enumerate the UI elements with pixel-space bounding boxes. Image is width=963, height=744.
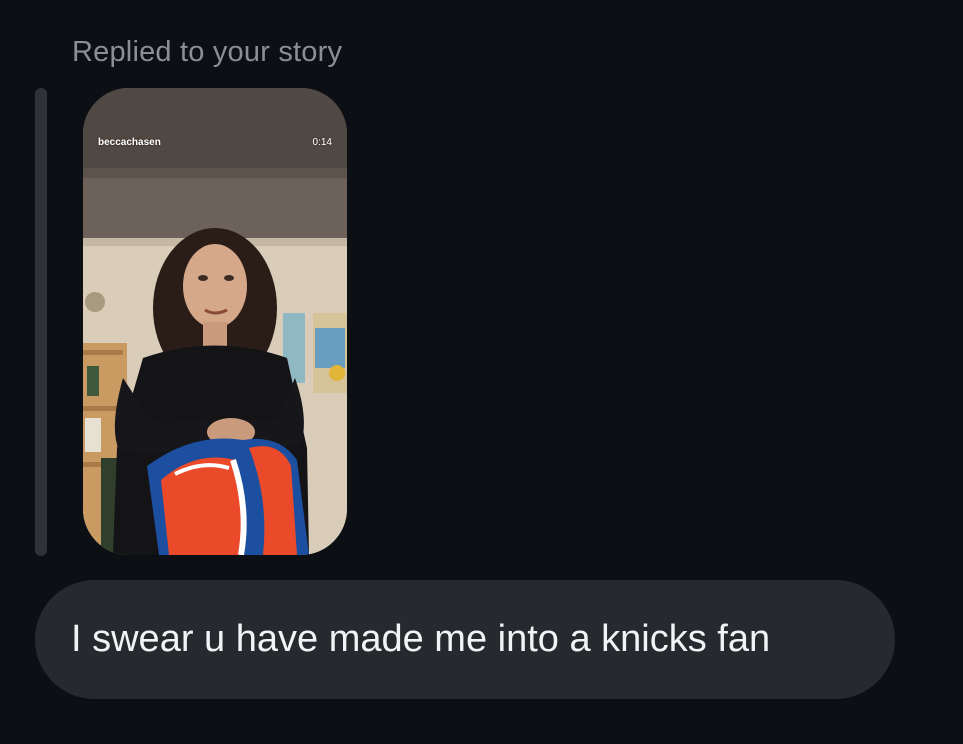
- story-username: beccachasen: [98, 137, 161, 148]
- story-reply-label: Replied to your story: [72, 36, 343, 68]
- story-video-thumbnail: [83, 88, 347, 555]
- message-bubble[interactable]: I swear u have made me into a knicks fan: [35, 580, 895, 699]
- story-duration: 0:14: [312, 137, 332, 148]
- dm-thread: Replied to your story beccachasen 0:14 I…: [0, 0, 963, 744]
- story-preview[interactable]: beccachasen 0:14: [83, 88, 347, 555]
- reply-quote-bar: [35, 88, 47, 556]
- message-text: I swear u have made me into a knicks fan: [71, 618, 771, 660]
